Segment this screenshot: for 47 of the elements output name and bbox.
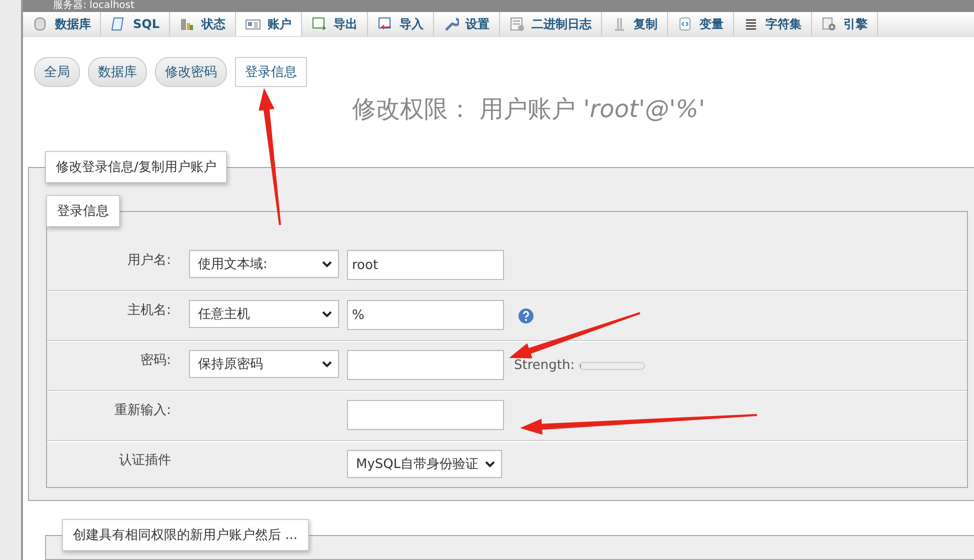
field-label: 重新输入: xyxy=(114,402,172,420)
fieldset-legend: 登录信息 xyxy=(46,195,120,228)
field-label: 密码: xyxy=(140,352,172,370)
input-field[interactable]: % xyxy=(347,300,504,330)
sub-tab[interactable]: 修改密码 xyxy=(155,57,227,88)
dropdown[interactable]: MySQL自带身份验证 xyxy=(347,450,502,478)
strength-label: Strength: xyxy=(514,358,575,374)
code-icon xyxy=(676,16,692,32)
page-title: 修改权限： 用户账户 'root'@'%' xyxy=(350,94,706,126)
nav-tab[interactable]: 导入 xyxy=(368,12,434,36)
chevron-icon xyxy=(484,460,495,468)
sub-tab[interactable]: 登录信息 xyxy=(235,57,307,88)
sub-tab[interactable]: 数据库 xyxy=(88,57,147,88)
export-icon xyxy=(310,16,326,32)
nav-tab[interactable]: 导出 xyxy=(302,12,368,36)
field-label: 主机名: xyxy=(126,302,172,320)
chart-icon xyxy=(178,16,194,32)
input-field[interactable]: root xyxy=(347,250,504,280)
field-label: 认证插件 xyxy=(118,452,172,470)
dropdown[interactable]: 使用文本域: xyxy=(189,250,339,278)
field-label: 用户名: xyxy=(126,252,172,270)
database-icon xyxy=(32,16,48,32)
log-icon xyxy=(508,16,524,32)
nav-tab[interactable]: 状态 xyxy=(170,12,236,36)
help-icon[interactable] xyxy=(518,308,534,324)
nav-tab[interactable]: 数据库 xyxy=(23,12,101,36)
chevron-icon xyxy=(322,260,332,268)
sub-tab[interactable]: 全局 xyxy=(34,57,80,88)
nav-tab[interactable]: 复制 xyxy=(602,12,668,36)
chevron-icon xyxy=(322,360,332,368)
chevron-icon xyxy=(322,310,332,318)
nav-tab[interactable]: 账户 xyxy=(236,12,302,36)
dropdown[interactable]: 保持原密码 xyxy=(189,350,339,378)
wrench-icon xyxy=(442,16,458,32)
window-title-bar: 服务器: localhost xyxy=(23,0,974,12)
nav-tab[interactable]: 设置 xyxy=(434,12,500,36)
fieldset-legend: 修改登录信息/复制用户账户 xyxy=(45,151,228,184)
nav-tab[interactable]: 引擎 xyxy=(812,12,878,36)
password-field[interactable] xyxy=(347,350,504,380)
gear-icon xyxy=(820,16,836,32)
password-field[interactable] xyxy=(347,400,504,430)
fieldset-legend: 创建具有相同权限的新用户账户然后 ... xyxy=(62,519,309,552)
nav-tab[interactable]: 字符集 xyxy=(734,12,812,36)
nav-tab[interactable]: SQL xyxy=(101,12,170,36)
dropdown[interactable]: 任意主机 xyxy=(189,300,339,328)
nav-tab[interactable]: 二进制日志 xyxy=(500,12,602,36)
nav-tab[interactable]: 变量 xyxy=(668,12,734,36)
